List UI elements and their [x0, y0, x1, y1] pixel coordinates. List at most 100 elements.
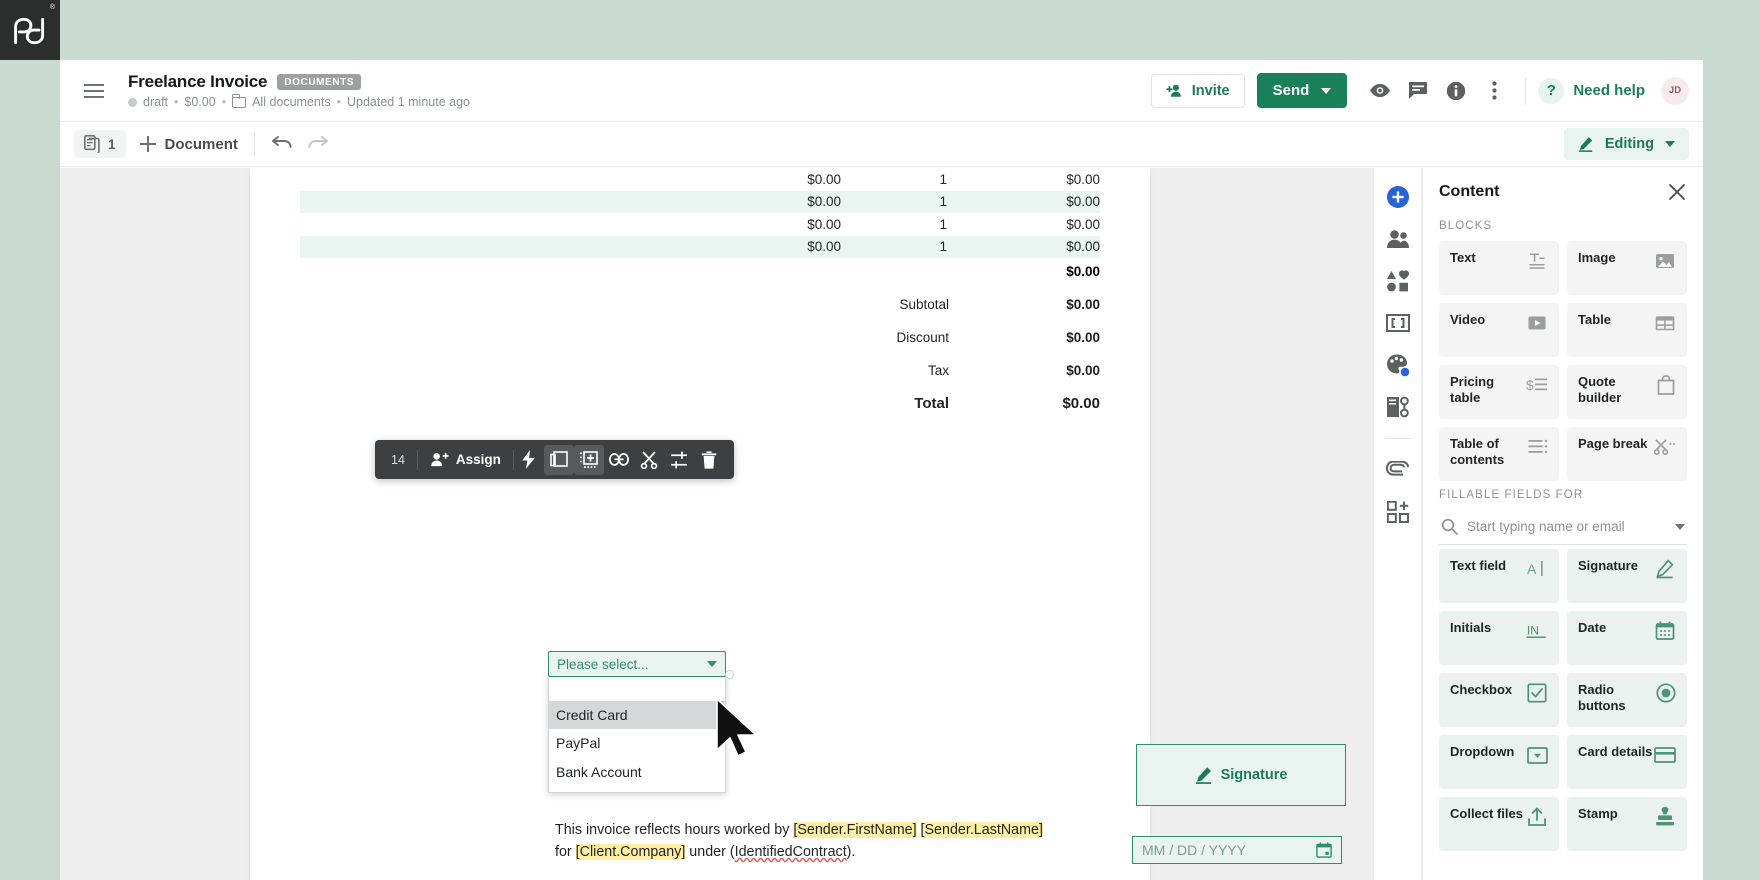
- dropdown-option-paypal[interactable]: PayPal: [549, 729, 725, 757]
- addons-icon[interactable]: [1381, 495, 1415, 529]
- block-tile-image[interactable]: Image: [1567, 241, 1687, 295]
- pandadoc-logo[interactable]: ®: [0, 0, 60, 60]
- payment-method-dropdown[interactable]: Please select...: [548, 651, 726, 677]
- need-help-label: Need help: [1573, 82, 1645, 99]
- status-badge: draft: [143, 95, 169, 109]
- block-label: Text: [1450, 250, 1476, 265]
- field-tile-card-details[interactable]: Card details: [1567, 735, 1687, 789]
- close-icon[interactable]: [1667, 182, 1687, 202]
- pages-icon: [84, 135, 100, 153]
- undo-icon[interactable]: [271, 134, 293, 155]
- recipient-search[interactable]: Start typing name or email: [1439, 512, 1687, 545]
- table-row[interactable]: $0.00 1 $0.00: [300, 235, 1100, 258]
- menu-burger-icon[interactable]: [74, 71, 114, 111]
- row-total: $0.00: [1066, 239, 1100, 255]
- discount-row: Discount $0.00: [300, 321, 1100, 354]
- folder-name[interactable]: All documents: [252, 95, 331, 109]
- table-row[interactable]: $0.00 1 $0.00: [300, 168, 1100, 191]
- assign-person-icon: [431, 452, 449, 467]
- field-tile-date[interactable]: Date: [1567, 611, 1687, 665]
- more-vertical-icon[interactable]: [1475, 72, 1513, 110]
- field-tile-dropdown[interactable]: Dropdown: [1439, 735, 1559, 789]
- field-tile-initials[interactable]: Initials IN: [1439, 611, 1559, 665]
- library-icon[interactable]: [1381, 264, 1415, 298]
- block-tile-table-of-contents[interactable]: Table of contents: [1439, 427, 1559, 481]
- block-tile-quote-builder[interactable]: Quote builder: [1567, 365, 1687, 419]
- row-price: $0.00: [807, 216, 841, 232]
- table-row[interactable]: $0.00 1 $0.00: [300, 213, 1100, 236]
- duplicate-icon[interactable]: [543, 444, 574, 475]
- field-resize-handle[interactable]: [725, 670, 734, 679]
- add-field-icon[interactable]: [573, 444, 604, 475]
- upload-icon: [1526, 806, 1548, 828]
- dropdown-icon: [1526, 744, 1548, 766]
- date-placeholder: MM / DD / YYYY: [1142, 842, 1246, 858]
- block-tile-video[interactable]: Video: [1439, 303, 1559, 357]
- signature-pen-icon: [1195, 767, 1211, 784]
- invite-button[interactable]: Invite: [1150, 73, 1245, 108]
- row-qty: 1: [939, 171, 947, 187]
- document-canvas: PDF page break $0.00 1 $0.00: [60, 168, 1422, 880]
- comment-icon[interactable]: [1399, 72, 1437, 110]
- theme-palette-icon[interactable]: [1381, 348, 1415, 382]
- block-tile-text[interactable]: Text: [1439, 241, 1559, 295]
- row-qty: 1: [939, 216, 947, 232]
- pricing-table[interactable]: $0.00 1 $0.00 $0.00 1 $0.00 $0.00 1 $0.0…: [300, 168, 1100, 284]
- table-row[interactable]: $0.00 1 $0.00: [300, 190, 1100, 213]
- field-label: Collect files: [1450, 806, 1523, 821]
- field-tile-radio-buttons[interactable]: Radio buttons: [1567, 673, 1687, 727]
- field-tile-stamp[interactable]: Stamp: [1567, 797, 1687, 851]
- send-button[interactable]: Send: [1256, 73, 1348, 108]
- attachments-icon[interactable]: [1381, 453, 1415, 487]
- trash-icon[interactable]: [694, 445, 724, 475]
- page-count-button[interactable]: 1: [74, 130, 126, 158]
- info-icon[interactable]: [1437, 72, 1475, 110]
- redo-icon[interactable]: [307, 134, 329, 155]
- block-tile-pricing-table[interactable]: Pricing table $: [1439, 365, 1559, 419]
- signature-field[interactable]: Signature: [1136, 744, 1346, 806]
- invoice-paragraph[interactable]: This invoice reflects hours worked by [S…: [555, 819, 1115, 863]
- block-tile-page-break[interactable]: Page break: [1567, 427, 1687, 481]
- block-label: Quote builder: [1578, 374, 1622, 406]
- add-person-icon: [1166, 84, 1181, 97]
- dropdown-option-bank-account[interactable]: Bank Account: [549, 758, 725, 786]
- variables-icon[interactable]: [1381, 306, 1415, 340]
- recipients-icon[interactable]: [1381, 222, 1415, 256]
- dropdown-option-credit-card[interactable]: Credit Card: [549, 701, 725, 730]
- field-tile-collect-files[interactable]: Collect files: [1439, 797, 1559, 851]
- link-icon[interactable]: [604, 445, 634, 475]
- chevron-down-icon[interactable]: [1675, 523, 1685, 530]
- preview-eye-icon[interactable]: [1361, 72, 1399, 110]
- folder-icon: [232, 93, 247, 108]
- document-title-block: Freelance Invoice DOCUMENTS draft • $0.0…: [128, 72, 470, 109]
- need-help-button[interactable]: ? Need help: [1538, 77, 1645, 104]
- invite-label: Invite: [1191, 82, 1230, 99]
- question-mark-icon: ?: [1538, 77, 1565, 104]
- row-price: $0.00: [807, 194, 841, 210]
- date-field[interactable]: MM / DD / YYYY: [1132, 836, 1342, 864]
- fillable-fields-section-label: FILLABLE FIELDS FOR: [1439, 489, 1584, 501]
- block-tile-table[interactable]: Table: [1567, 303, 1687, 357]
- search-input[interactable]: Start typing name or email: [1467, 519, 1666, 534]
- editing-mode-button[interactable]: Editing: [1563, 128, 1689, 160]
- field-label: Date: [1578, 620, 1607, 635]
- field-tile-checkbox[interactable]: Checkbox: [1439, 673, 1559, 727]
- assign-button[interactable]: Assign: [418, 452, 513, 467]
- table-icon: [1654, 312, 1676, 334]
- scissors-icon[interactable]: [634, 445, 664, 475]
- updated-timestamp: Updated 1 minute ago: [346, 95, 470, 109]
- field-tile-signature[interactable]: Signature: [1567, 549, 1687, 603]
- send-label: Send: [1272, 82, 1310, 99]
- workflow-icon[interactable]: [1381, 390, 1415, 424]
- subtotal-label: Subtotal: [899, 297, 949, 312]
- field-tile-text-field[interactable]: Text field A: [1439, 549, 1559, 603]
- checkbox-icon: [1526, 682, 1548, 704]
- lightning-icon[interactable]: [514, 445, 544, 475]
- avatar[interactable]: JD: [1661, 76, 1689, 105]
- settings-sliders-icon[interactable]: [664, 445, 694, 475]
- document-page[interactable]: $0.00 1 $0.00 $0.00 1 $0.00 $0.00 1 $0.0…: [250, 168, 1346, 880]
- token-sender-lastname: [Sender.LastName]: [920, 822, 1043, 838]
- add-document-button[interactable]: Document: [139, 136, 238, 153]
- undo-redo-group: [271, 134, 329, 155]
- add-content-icon[interactable]: [1381, 180, 1415, 214]
